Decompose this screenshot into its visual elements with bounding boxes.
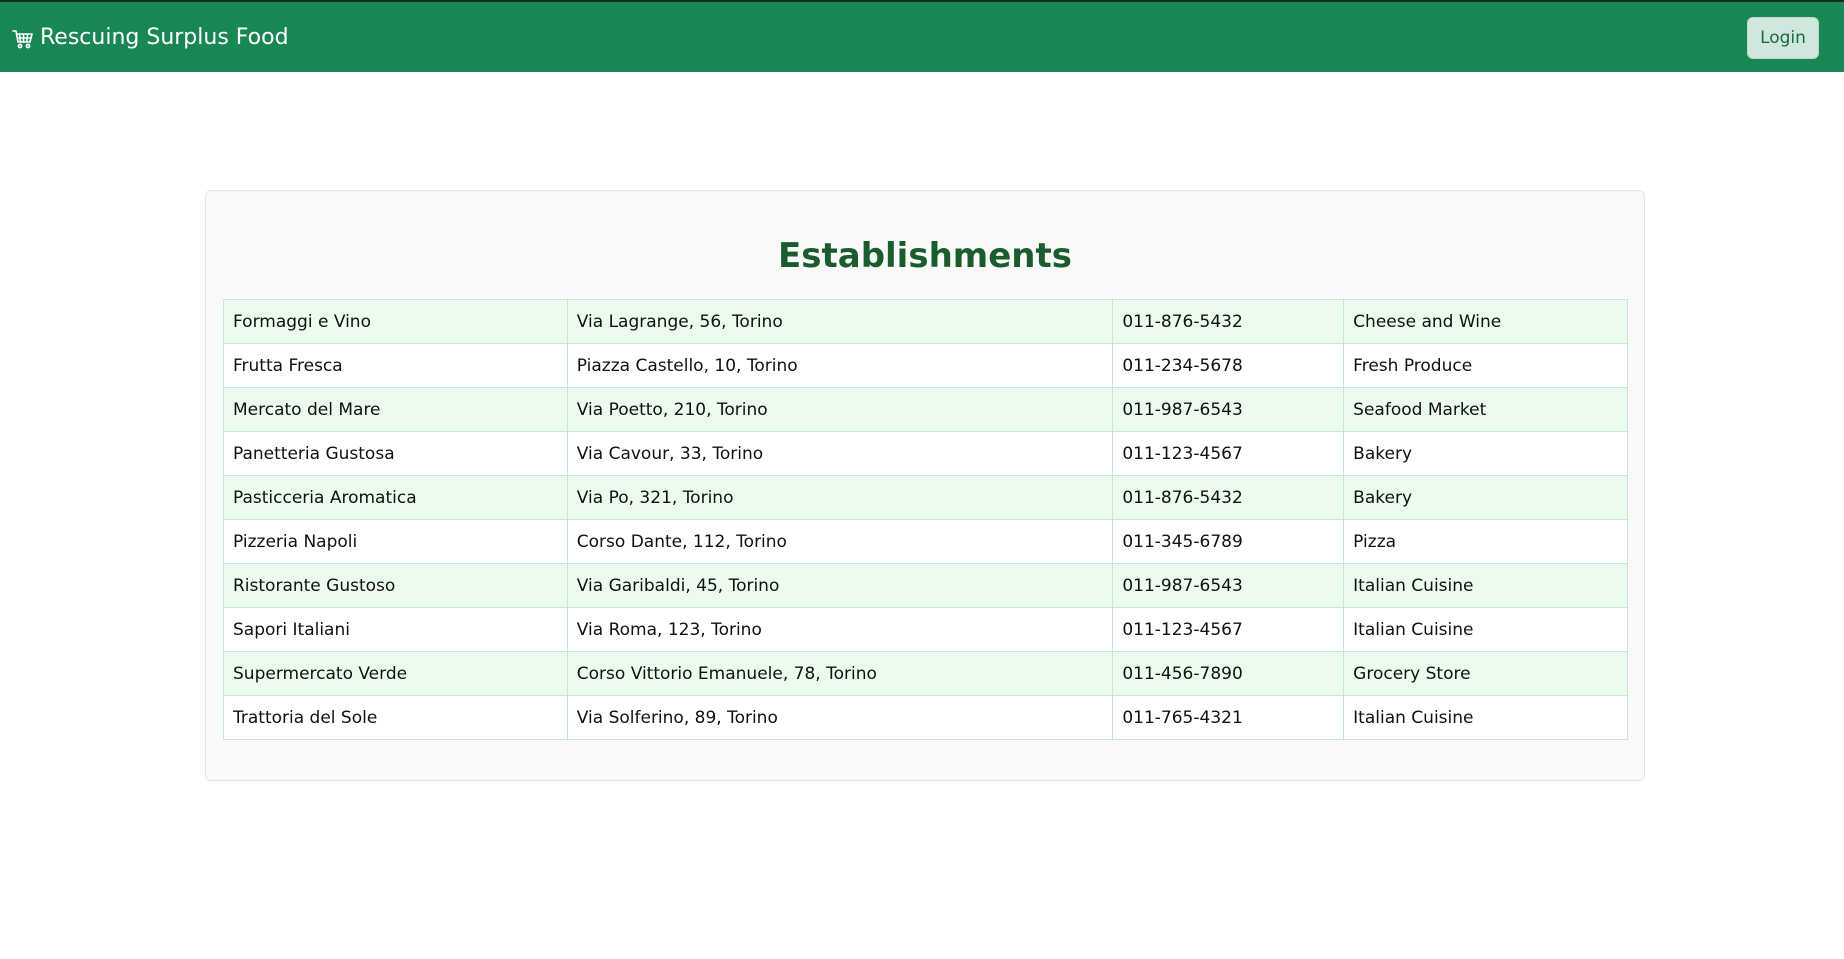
- establishments-card: Establishments Formaggi e Vino Via Lagran…: [205, 190, 1645, 781]
- establishment-name-cell: Sapori Italiani: [223, 607, 568, 652]
- table-row: Supermercato Verde Corso Vittorio Emanuel…: [223, 651, 1628, 696]
- table-row: Frutta Fresca Piazza Castello, 10, Torino…: [223, 343, 1628, 388]
- establishment-phone-cell: 011-876-5432: [1112, 475, 1345, 520]
- page-title: Establishments: [778, 236, 1072, 276]
- establishment-phone-cell: 011-123-4567: [1112, 607, 1345, 652]
- establishment-address-cell: Corso Vittorio Emanuele, 78, Torino: [566, 651, 1114, 696]
- establishment-address-cell: Via Poetto, 210, Torino: [566, 387, 1114, 432]
- establishment-address-cell: Via Solferino, 89, Torino: [566, 695, 1114, 740]
- establishment-category-cell: Bakery: [1343, 475, 1628, 520]
- establishments-table-body: Formaggi e Vino Via Lagrange, 56, Torino 0…: [223, 299, 1628, 740]
- establishment-name-cell: Mercato del Mare: [223, 387, 568, 432]
- table-row: Pizzeria Napoli Corso Dante, 112, Torino 0…: [223, 519, 1628, 564]
- establishment-phone-cell: 011-987-6543: [1112, 387, 1345, 432]
- establishment-phone-cell: 011-765-4321: [1112, 695, 1345, 740]
- establishment-phone-cell: 011-345-6789: [1112, 519, 1345, 564]
- establishment-name-cell: Supermercato Verde: [223, 651, 568, 696]
- login-button[interactable]: Login: [1747, 17, 1819, 59]
- establishment-phone-cell: 011-987-6543: [1112, 563, 1345, 608]
- establishment-address-cell: Via Cavour, 33, Torino: [566, 431, 1114, 476]
- establishment-category-cell: Cheese and Wine: [1343, 299, 1628, 344]
- table-row: Trattoria del Sole Via Solferino, 89, Tor…: [223, 695, 1628, 740]
- establishment-address-cell: Via Po, 321, Torino: [566, 475, 1114, 520]
- establishments-table: Formaggi e Vino Via Lagrange, 56, Torino 0…: [223, 299, 1628, 740]
- top-navbar: Rescuing Surplus Food Login: [0, 0, 1844, 72]
- establishment-phone-cell: 011-456-7890: [1112, 651, 1345, 696]
- establishment-address-cell: Via Garibaldi, 45, Torino: [566, 563, 1114, 608]
- establishment-name-cell: Pasticceria Aromatica: [223, 475, 568, 520]
- establishment-address-cell: Piazza Castello, 10, Torino: [566, 343, 1114, 388]
- establishment-name-cell: Trattoria del Sole: [223, 695, 568, 740]
- establishment-phone-cell: 011-234-5678: [1112, 343, 1345, 388]
- brand-link[interactable]: Rescuing Surplus Food: [12, 2, 289, 72]
- establishment-phone-cell: 011-876-5432: [1112, 299, 1345, 344]
- establishment-name-cell: Frutta Fresca: [223, 343, 568, 388]
- table-row: Pasticceria Aromatica Via Po, 321, Torino…: [223, 475, 1628, 520]
- cart-icon: [12, 28, 34, 50]
- establishment-category-cell: Pizza: [1343, 519, 1628, 564]
- establishment-phone-cell: 011-123-4567: [1112, 431, 1345, 476]
- establishment-category-cell: Italian Cuisine: [1343, 695, 1628, 740]
- establishment-address-cell: Via Roma, 123, Torino: [566, 607, 1114, 652]
- establishment-name-cell: Pizzeria Napoli: [223, 519, 568, 564]
- table-row: Panetteria Gustosa Via Cavour, 33, Torino…: [223, 431, 1628, 476]
- establishment-category-cell: Grocery Store: [1343, 651, 1628, 696]
- establishment-category-cell: Bakery: [1343, 431, 1628, 476]
- establishment-category-cell: Italian Cuisine: [1343, 563, 1628, 608]
- establishment-address-cell: Via Lagrange, 56, Torino: [566, 299, 1114, 344]
- establishment-category-cell: Fresh Produce: [1343, 343, 1628, 388]
- table-row: Mercato del Mare Via Poetto, 210, Torino 0…: [223, 387, 1628, 432]
- establishment-category-cell: Seafood Market: [1343, 387, 1628, 432]
- establishment-address-cell: Corso Dante, 112, Torino: [566, 519, 1114, 564]
- establishment-name-cell: Ristorante Gustoso: [223, 563, 568, 608]
- table-row: Formaggi e Vino Via Lagrange, 56, Torino 0…: [223, 299, 1628, 344]
- establishment-name-cell: Formaggi e Vino: [223, 299, 568, 344]
- establishment-category-cell: Italian Cuisine: [1343, 607, 1628, 652]
- table-row: Ristorante Gustoso Via Garibaldi, 45, Tor…: [223, 563, 1628, 608]
- brand-title: Rescuing Surplus Food: [40, 24, 289, 50]
- table-row: Sapori Italiani Via Roma, 123, Torino 011-…: [223, 607, 1628, 652]
- establishment-name-cell: Panetteria Gustosa: [223, 431, 568, 476]
